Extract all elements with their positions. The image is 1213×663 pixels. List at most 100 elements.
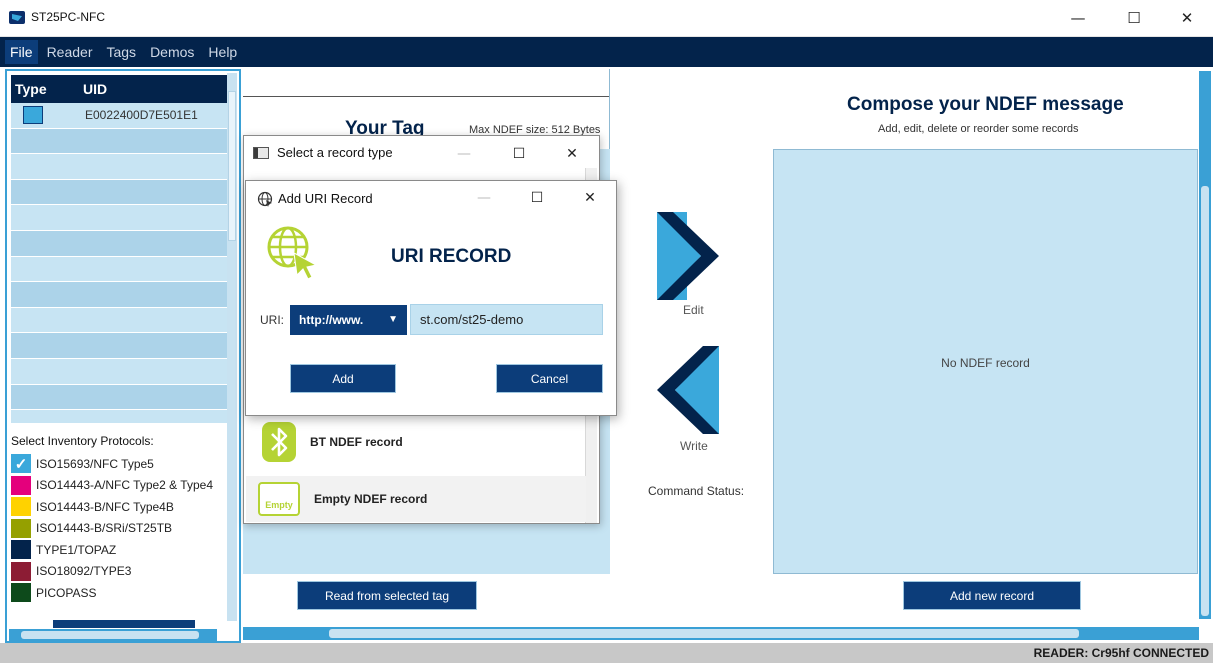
table-row [11,307,227,334]
chevron-down-icon: ▼ [388,314,398,325]
scrollbar-thumb[interactable] [1201,186,1209,616]
record-type-label: BT NDEF record [310,435,403,449]
protocols-title: Select Inventory Protocols: [11,434,154,448]
read-from-tag-button[interactable]: Read from selected tag [297,581,477,610]
window-title: Add URI Record [278,191,373,206]
record-type-label: Empty NDEF record [314,492,428,506]
checkbox-icon[interactable] [11,518,31,538]
checkbox-icon[interactable] [11,583,31,603]
menu-tags[interactable]: Tags [106,44,136,60]
protocol-label: ISO15693/NFC Type5 [36,456,154,471]
tag-type-swatch [23,106,43,125]
globe-icon [257,191,273,207]
column-header-uid: UID [83,81,108,97]
menu-reader[interactable]: Reader [47,44,93,60]
menu-help[interactable]: Help [208,44,237,60]
compose-subtitle: Add, edit, delete or reorder some record… [878,123,1079,135]
edit-label[interactable]: Edit [683,303,704,317]
close-button[interactable]: ✕ [557,144,587,164]
no-ndef-record-text: No NDEF record [941,356,1030,370]
minimize-button[interactable]: — [1056,5,1100,31]
app-logo-icon [9,11,25,24]
column-header-type: Type [15,81,47,97]
table-row [11,333,227,359]
checkbox-icon[interactable] [11,475,31,495]
uri-record-heading: URI RECORD [391,246,512,267]
protocol-row[interactable]: TYPE1/TOPAZ [11,539,231,561]
add-new-record-button[interactable]: Add new record [903,581,1081,610]
uri-label: URI: [260,313,284,327]
protocol-row[interactable]: PICOPASS [11,582,231,604]
window-icon [253,147,269,159]
table-row [11,256,227,283]
table-row[interactable]: E0022400D7E501E1 [11,103,227,129]
close-button[interactable]: ✕ [1165,5,1209,31]
your-tag-top-field [243,69,609,97]
table-row [11,410,227,423]
tag-table: Type UID E0022400D7E501E1 [11,75,227,423]
main-horizontal-scrollbar[interactable] [243,627,1199,640]
protocol-row[interactable]: ISO14443-B/SRi/ST25TB [11,518,231,540]
list-item-empty-ndef[interactable]: Empty Empty NDEF record [246,476,586,522]
protocol-row[interactable]: ISO14443-A/NFC Type2 & Type4 [11,475,231,497]
bluetooth-icon [262,422,296,462]
scrollbar-thumb[interactable] [329,629,1079,638]
menu-file[interactable]: File [5,40,38,64]
scrollbar-thumb[interactable] [228,91,236,241]
protocol-label: ISO14443-A/NFC Type2 & Type4 [36,478,213,493]
tag-table-header: Type UID [11,75,227,103]
protocol-label: TYPE1/TOPAZ [36,542,117,557]
title-bar: ST25PC-NFC — ☐ ✕ [0,0,1213,37]
write-label[interactable]: Write [680,439,708,453]
table-row [11,179,227,206]
checkbox-icon[interactable]: ✓ [11,454,31,474]
protocol-row[interactable]: ISO18092/TYPE3 [11,561,231,583]
edit-arrow-icon[interactable] [657,212,719,300]
close-button[interactable]: ✕ [575,188,605,208]
uri-globe-icon [267,226,318,280]
maximize-button[interactable]: ☐ [522,188,552,208]
protocol-row[interactable]: ✓ ISO15693/NFC Type5 [11,453,231,475]
checkbox-icon[interactable] [11,561,31,581]
write-arrow-icon[interactable] [657,346,719,434]
minimize-button[interactable]: — [469,188,499,208]
menu-bar: File Reader Tags Demos Help [0,37,1213,67]
add-uri-record-window: Add URI Record — ☐ ✕ URI RECORD URI: htt… [245,180,617,416]
uri-prefix-value: http://www. [299,313,364,327]
protocol-label: ISO18092/TYPE3 [36,564,132,579]
protocol-label: ISO14443-B/SRi/ST25TB [36,521,173,536]
uri-prefix-select[interactable]: http://www. ▼ [290,305,407,335]
window-title: Select a record type [277,145,393,160]
compose-records-area: No NDEF record [773,149,1198,574]
menu-demos[interactable]: Demos [150,44,194,60]
cancel-button[interactable]: Cancel [496,364,603,393]
left-horizontal-scrollbar[interactable] [9,629,217,641]
compose-title: Compose your NDEF message [847,94,1124,115]
table-row [11,154,227,180]
inventory-protocols: Select Inventory Protocols: ✓ ISO15693/N… [11,434,231,604]
command-status-label: Command Status: [648,484,745,498]
minimize-button[interactable]: — [449,144,479,164]
inventory-button[interactable] [53,620,195,628]
checkbox-icon[interactable] [11,497,31,517]
tag-inventory-panel: Type UID E0022400D7E501E1 Select Invento… [5,69,241,643]
protocol-row[interactable]: ISO14443-B/NFC Type4B [11,496,231,518]
add-button[interactable]: Add [290,364,396,393]
reader-status: READER: Cr95hf CONNECTED [1033,646,1209,660]
main-vertical-scrollbar[interactable] [1199,71,1211,619]
uri-input[interactable]: st.com/st25-demo [410,304,603,335]
table-row [11,384,227,411]
checkbox-icon[interactable] [11,540,31,560]
empty-icon: Empty [258,482,300,516]
table-row [11,230,227,257]
list-item-bt-ndef[interactable]: BT NDEF record [246,416,586,468]
maximize-button[interactable]: ☐ [504,144,534,164]
scrollbar-thumb[interactable] [21,631,199,639]
status-bar: READER: Cr95hf CONNECTED [0,643,1213,663]
table-row [11,282,227,308]
maximize-button[interactable]: ☐ [1112,5,1156,31]
window-title: ST25PC-NFC [31,10,106,24]
tag-uid: E0022400D7E501E1 [85,108,198,123]
protocol-label: ISO14443-B/NFC Type4B [36,499,174,514]
table-row [11,128,227,155]
